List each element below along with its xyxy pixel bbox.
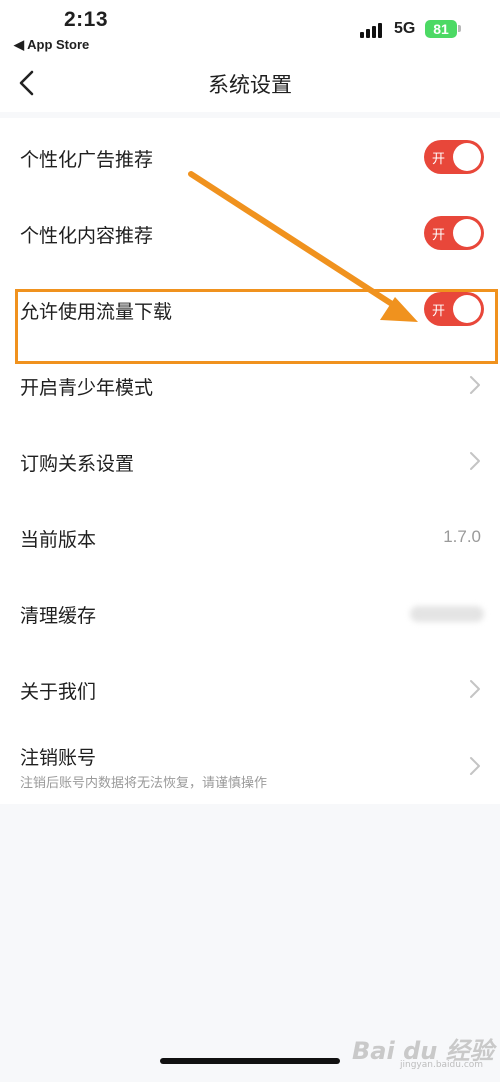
- personalized-content-toggle[interactable]: 开: [424, 216, 484, 250]
- chevron-right-icon: [470, 376, 480, 394]
- battery-icon: 81: [425, 20, 457, 38]
- personalized-ads-toggle[interactable]: 开: [424, 140, 484, 174]
- setting-row-subscription[interactable]: 订购关系设置: [0, 422, 500, 498]
- toggle-knob: [453, 219, 481, 247]
- back-to-app-store-link[interactable]: ◀ App Store: [14, 37, 89, 53]
- battery-tip: [458, 25, 461, 32]
- version-value: 1.7.0: [443, 527, 481, 546]
- chevron-right-icon: [470, 680, 480, 698]
- setting-label: 个性化内容推荐: [20, 225, 154, 247]
- setting-label: 个性化广告推荐: [20, 149, 154, 171]
- setting-label: 注销账号: [20, 747, 97, 769]
- setting-row-personalized-content: 个性化内容推荐 开: [0, 194, 500, 270]
- setting-sublabel: 注销后账号内数据将无法恢复，请谨慎操作: [20, 776, 268, 791]
- cellular-signal-icon: [360, 22, 382, 38]
- battery-level: 81: [433, 21, 449, 37]
- toggle-on-text: 开: [432, 152, 446, 167]
- setting-row-about-us[interactable]: 关于我们: [0, 650, 500, 726]
- page-title: 系统设置: [208, 73, 292, 97]
- setting-label: 关于我们: [20, 681, 97, 703]
- watermark-subtext: jingyan.baidu.com: [400, 1060, 484, 1070]
- chevron-right-icon: [470, 452, 480, 470]
- status-bar: 2:13 ◀ App Store 5G 81: [0, 0, 500, 60]
- home-indicator: [160, 1058, 340, 1064]
- setting-row-personalized-ads: 个性化广告推荐 开: [0, 118, 500, 194]
- toggle-on-text: 开: [432, 228, 446, 243]
- setting-row-version: 当前版本 1.7.0: [0, 498, 500, 574]
- setting-label: 订购关系设置: [20, 453, 135, 475]
- setting-row-delete-account[interactable]: 注销账号 注销后账号内数据将无法恢复，请谨慎操作: [0, 726, 500, 804]
- setting-label: 清理缓存: [20, 605, 97, 627]
- chevron-right-icon: [470, 757, 480, 775]
- setting-label: 开启青少年模式: [20, 377, 154, 399]
- status-time: 2:13: [64, 8, 109, 31]
- cache-size-blurred: [410, 606, 484, 622]
- network-type: 5G: [394, 20, 416, 37]
- nav-bar: 系统设置: [0, 60, 500, 112]
- settings-list: 个性化广告推荐 开 个性化内容推荐 开 允许使用流量下载 开 开启青少年模式 订…: [0, 118, 500, 804]
- toggle-knob: [453, 143, 481, 171]
- setting-row-clear-cache[interactable]: 清理缓存: [0, 574, 500, 650]
- setting-label: 当前版本: [20, 529, 97, 551]
- annotation-highlight-box: [15, 289, 498, 364]
